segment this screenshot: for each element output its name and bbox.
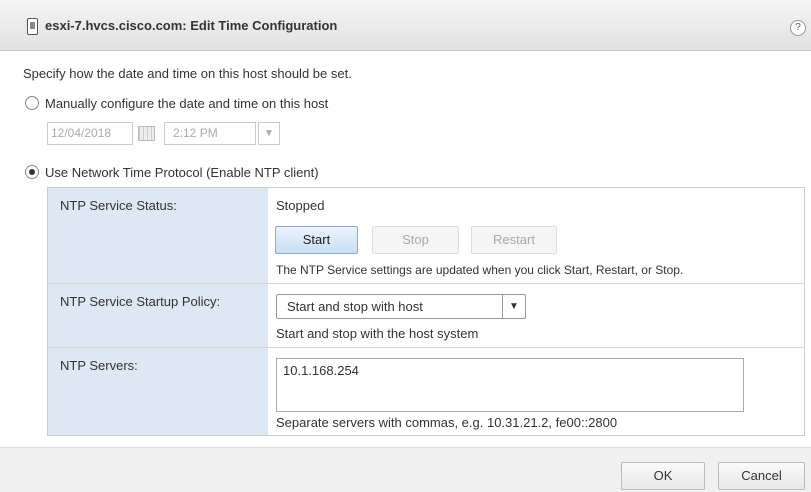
ntp-servers-hint: Separate servers with commas, e.g. 10.31… — [276, 415, 618, 430]
startup-policy-hint: Start and stop with the host system — [276, 326, 479, 341]
ntp-startup-policy-content: Start and stop with host ▼ Start and sto… — [268, 284, 804, 347]
time-input[interactable]: 2:12 PM — [164, 122, 256, 145]
chevron-down-icon[interactable]: ▼ — [502, 295, 525, 318]
startup-policy-select[interactable]: Start and stop with host ▼ — [276, 294, 526, 319]
ntp-status-content: Stopped Start Stop Restart The NTP Servi… — [268, 188, 804, 283]
dialog-title: esxi-7.hvcs.cisco.com: Edit Time Configu… — [45, 18, 338, 33]
ntp-servers-label: NTP Servers: — [48, 348, 268, 435]
edit-time-configuration-dialog: esxi-7.hvcs.cisco.com: Edit Time Configu… — [0, 0, 811, 492]
dialog-titlebar: esxi-7.hvcs.cisco.com: Edit Time Configu… — [0, 0, 811, 51]
cancel-button[interactable]: Cancel — [718, 462, 805, 490]
ntp-status-label: NTP Service Status: — [48, 188, 268, 283]
manual-radio-label: Manually configure the date and time on … — [45, 96, 329, 111]
restart-button[interactable]: Restart — [471, 226, 557, 254]
ok-button[interactable]: OK — [621, 462, 705, 490]
dialog-footer: OK Cancel — [0, 447, 811, 492]
manual-radio[interactable] — [25, 96, 39, 110]
ntp-settings-panel: NTP Service Status: Stopped Start Stop R… — [47, 187, 805, 436]
ntp-radio[interactable] — [25, 165, 39, 179]
ntp-startup-policy-label: NTP Service Startup Policy: — [48, 284, 268, 347]
ntp-radio-label: Use Network Time Protocol (Enable NTP cl… — [45, 165, 319, 180]
stop-button[interactable]: Stop — [372, 226, 459, 254]
ntp-startup-policy-row: NTP Service Startup Policy: Start and st… — [48, 284, 804, 348]
help-icon[interactable]: ? — [790, 20, 806, 36]
ntp-status-row: NTP Service Status: Stopped Start Stop R… — [48, 188, 804, 284]
ntp-servers-row: NTP Servers: 10.1.168.254 Separate serve… — [48, 348, 804, 435]
ntp-servers-input[interactable]: 10.1.168.254 — [276, 358, 744, 412]
date-input[interactable]: 12/04/2018 — [47, 122, 133, 145]
calendar-icon[interactable] — [138, 126, 155, 141]
instructions-text: Specify how the date and time on this ho… — [23, 66, 352, 81]
ntp-service-hint: The NTP Service settings are updated whe… — [276, 263, 684, 277]
ntp-servers-content: 10.1.168.254 Separate servers with comma… — [268, 348, 804, 435]
startup-policy-value: Start and stop with host — [287, 299, 423, 314]
start-button[interactable]: Start — [275, 226, 358, 254]
host-icon — [27, 18, 38, 35]
ntp-status-value: Stopped — [276, 198, 325, 213]
time-dropdown-button[interactable]: ▼ — [258, 122, 280, 145]
